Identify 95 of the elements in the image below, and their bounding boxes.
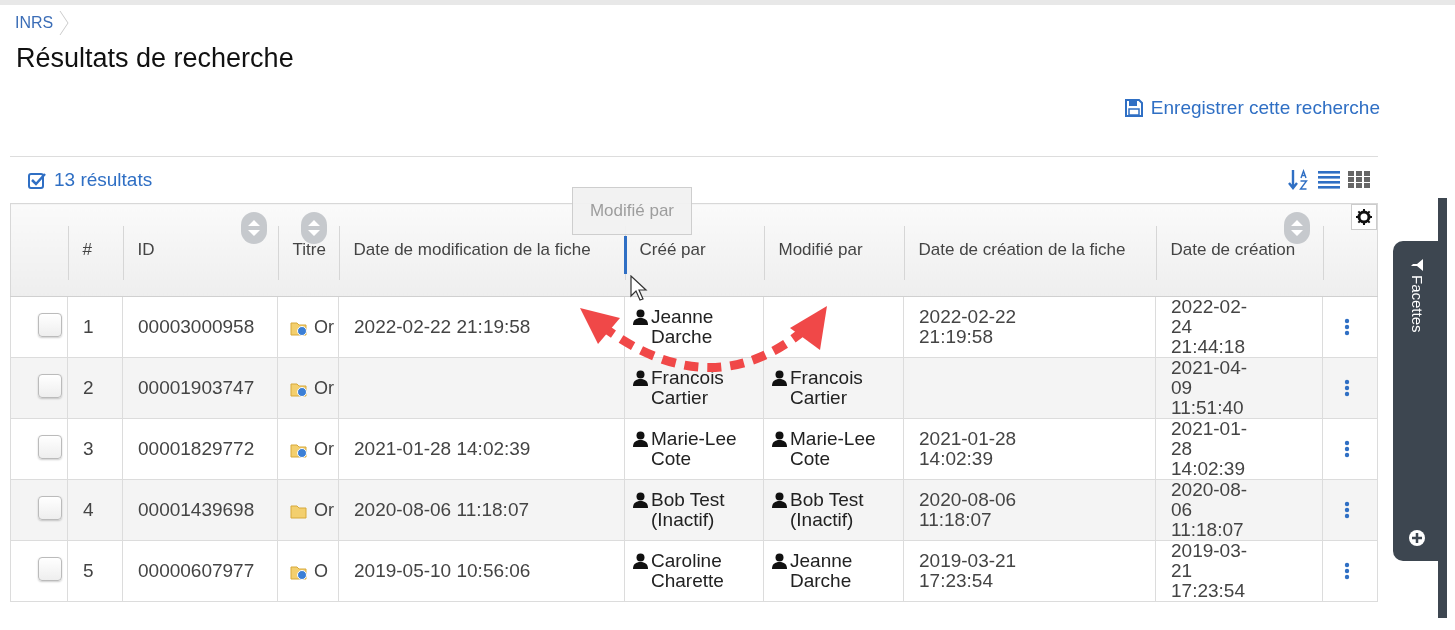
more-options-button[interactable] — [1344, 318, 1350, 336]
column-header[interactable]: Date de création de la fiche — [918, 240, 1126, 259]
sort-button[interactable] — [1288, 169, 1310, 191]
table-cell-text: 2022-02-22 21:19:58 — [919, 307, 1018, 347]
sort-arrows-icon — [246, 218, 261, 238]
column-header[interactable]: Modifié par — [778, 240, 863, 259]
breadcrumb-link[interactable]: INRS — [15, 14, 54, 32]
row-checkbox[interactable] — [38, 435, 62, 459]
user-icon — [772, 431, 787, 447]
row-checkbox[interactable] — [38, 496, 62, 520]
user-icon — [772, 553, 787, 569]
web-folder-icon — [290, 381, 308, 397]
web-folder-icon — [290, 442, 308, 458]
table-cell: 2022-02- 24 21:44:18 — [1171, 296, 1248, 357]
table-cell: 2022-02-22 21:19:58 — [354, 316, 531, 337]
user-name: Marie-Lee Cote — [651, 429, 738, 469]
row-checkbox[interactable] — [38, 557, 62, 581]
gear-icon — [1356, 209, 1372, 225]
user-icon — [772, 492, 787, 508]
vertical-ellipsis-icon — [1344, 440, 1350, 458]
sort-az-icon — [1288, 169, 1310, 191]
table-cell: 2019-03- 21 17:23:54 — [1171, 540, 1248, 601]
user-icon — [772, 370, 787, 386]
sort-arrows-icon — [306, 218, 321, 238]
column-header[interactable]: Date de modification de la fiche — [353, 240, 591, 259]
table-cell: Or — [314, 317, 334, 337]
column-header[interactable]: Créé par — [639, 240, 706, 259]
user-icon — [633, 553, 648, 569]
table-cell: Or — [314, 500, 334, 520]
user-icon — [633, 370, 648, 386]
table-cell-text: 2020-08-06 11:18:07 — [919, 490, 1018, 530]
save-search-link[interactable]: Enregistrer cette recherche — [1124, 96, 1380, 120]
grid-view-icon — [1348, 171, 1370, 189]
table-cell: 00001439698 — [138, 499, 255, 520]
table-cell: 4 — [83, 499, 94, 520]
plus-circle-icon — [1408, 529, 1426, 547]
table-cell: 2019-05-10 10:56:06 — [354, 560, 531, 581]
settings-button[interactable] — [1351, 204, 1377, 230]
table-cell: 2020-08-06 11:18:07 — [354, 499, 530, 520]
user-name: Caroline Charette — [651, 551, 725, 591]
user-name: Jeanne Darche — [790, 551, 854, 591]
table-cell: 00000607977 — [138, 560, 255, 581]
user-name: Bob Test (Inactif) — [651, 490, 726, 530]
list-button[interactable] — [1318, 171, 1340, 189]
page-title: Résultats de recherche — [16, 43, 295, 74]
list-view-icon — [1318, 171, 1340, 189]
table-cell: 2020-08- 06 11:18:07 — [1171, 479, 1248, 540]
vertical-ellipsis-icon — [1344, 318, 1350, 336]
column-header[interactable]: ID — [137, 240, 155, 259]
vertical-ellipsis-icon — [1344, 379, 1350, 397]
chevron-right-icon — [59, 10, 70, 36]
user-name: Marie-Lee Cote — [790, 429, 877, 469]
folder-icon — [290, 503, 308, 519]
user-name: Francois Cartier — [790, 368, 864, 408]
user-icon — [633, 309, 648, 325]
table-cell: 5 — [83, 560, 94, 581]
table-cell: 00001903747 — [138, 377, 255, 398]
table-cell-text: 2021-01-28 14:02:39 — [919, 429, 1018, 469]
results-count: 13 résultats — [54, 169, 153, 191]
table-cell: O — [314, 561, 328, 581]
table-cell: Or — [314, 378, 334, 398]
user-name: Francois Cartier — [651, 368, 725, 408]
more-options-button[interactable] — [1344, 562, 1350, 580]
table-cell-text: 2019-03-21 17:23:54 — [919, 551, 1018, 591]
table-cell: 3 — [83, 438, 94, 459]
vertical-ellipsis-icon — [1344, 501, 1350, 519]
grid-button[interactable] — [1348, 171, 1370, 189]
column-header[interactable]: # — [82, 240, 92, 259]
filter-icon — [1411, 259, 1423, 271]
row-checkbox[interactable] — [38, 313, 62, 337]
sort-arrows-icon — [1289, 218, 1304, 238]
table-cell: 00001829772 — [138, 438, 255, 459]
web-folder-icon — [290, 320, 308, 336]
table-cell: 2 — [83, 377, 94, 398]
column-header[interactable]: Titre — [292, 240, 326, 259]
facets-tab[interactable]: Facettes — [1393, 241, 1441, 561]
more-options-button[interactable] — [1344, 501, 1350, 519]
table-cell: 2021-01- 28 14:02:39 — [1171, 418, 1248, 479]
drag-ghost: Modifié par — [572, 187, 692, 235]
table-cell: 2021-04- 09 11:51:40 — [1171, 357, 1248, 418]
checkbox-checked-icon — [28, 171, 46, 189]
user-icon — [633, 492, 648, 508]
user-name: Jeanne Darche — [651, 307, 715, 347]
web-folder-icon — [290, 564, 308, 580]
table-cell: 2021-01-28 14:02:39 — [354, 438, 531, 459]
table-cell: 1 — [83, 316, 94, 337]
vertical-ellipsis-icon — [1344, 562, 1350, 580]
more-options-button[interactable] — [1344, 440, 1350, 458]
column-header[interactable]: Date de création — [1170, 240, 1296, 259]
user-name: Bob Test (Inactif) — [790, 490, 865, 530]
user-icon — [633, 431, 648, 447]
table-cell: 00003000958 — [138, 316, 255, 337]
more-options-button[interactable] — [1344, 379, 1350, 397]
table-cell: Or — [314, 439, 334, 459]
row-checkbox[interactable] — [38, 374, 62, 398]
